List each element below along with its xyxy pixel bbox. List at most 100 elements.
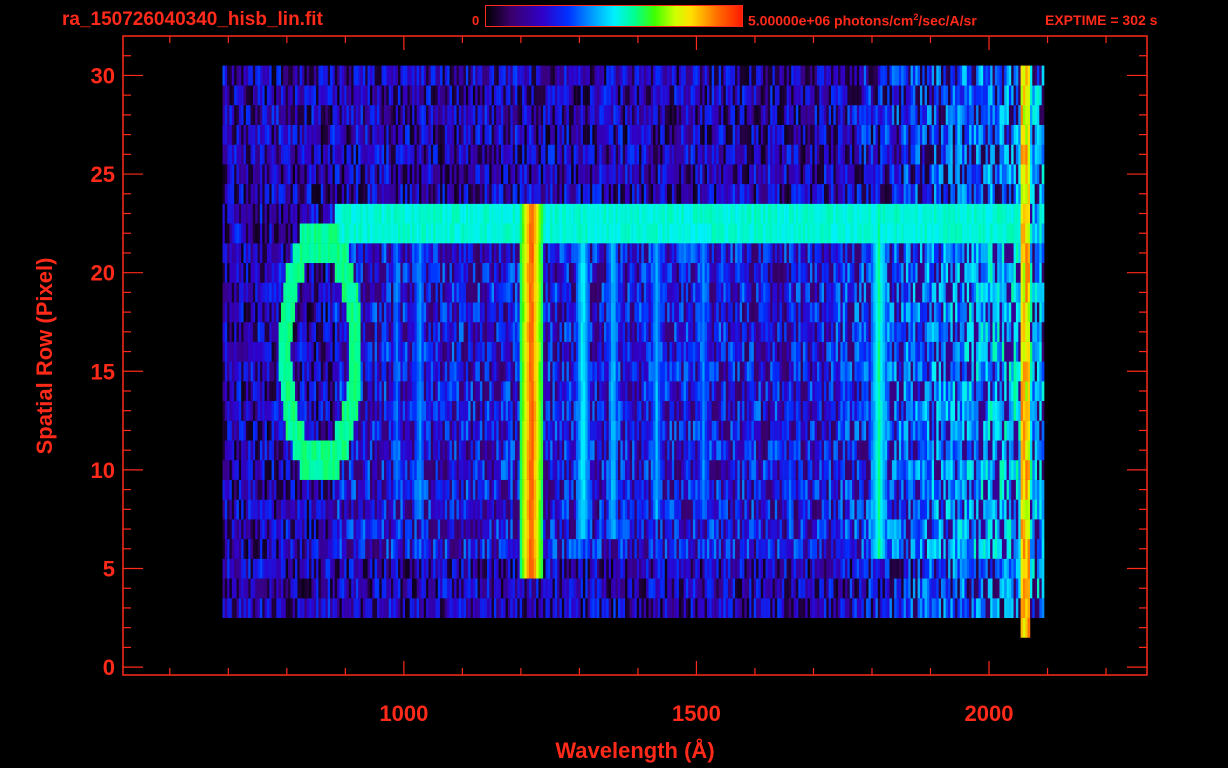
heatmap-cell bbox=[262, 479, 265, 500]
heatmap-cell bbox=[952, 361, 956, 382]
heatmap-cell bbox=[875, 578, 879, 599]
heatmap-cell bbox=[723, 578, 727, 599]
heatmap-cell bbox=[255, 420, 258, 441]
heatmap-cell bbox=[402, 578, 406, 599]
heatmap-cell bbox=[313, 479, 317, 500]
heatmap-cell bbox=[398, 499, 401, 520]
heatmap-cell bbox=[725, 341, 729, 362]
heatmap-cell bbox=[711, 598, 715, 619]
heatmap-cell bbox=[311, 519, 315, 540]
heatmap-cell bbox=[330, 519, 333, 540]
heatmap-cell bbox=[374, 598, 378, 619]
heatmap-cell bbox=[250, 420, 254, 441]
heatmap-cell bbox=[454, 479, 457, 500]
heatmap-cell bbox=[882, 479, 886, 500]
heatmap-cell bbox=[313, 400, 317, 421]
heatmap-cell bbox=[330, 499, 333, 520]
heatmap-cell bbox=[957, 361, 961, 382]
heatmap-cell bbox=[545, 499, 549, 520]
heatmap-cell bbox=[405, 519, 408, 540]
heatmap-cell bbox=[494, 440, 497, 461]
heatmap-cell bbox=[634, 578, 638, 599]
heatmap-cell bbox=[721, 578, 724, 599]
heatmap-cell bbox=[798, 578, 801, 599]
heatmap-cell bbox=[763, 538, 766, 559]
heatmap-cell bbox=[784, 499, 787, 520]
heatmap-cell bbox=[302, 558, 305, 579]
heatmap-cell bbox=[922, 460, 925, 480]
heatmap-cell bbox=[957, 420, 961, 441]
heatmap-cell bbox=[515, 381, 518, 402]
heatmap-cell bbox=[1011, 538, 1014, 559]
heatmap-cell bbox=[800, 558, 804, 579]
heatmap-cell bbox=[730, 341, 734, 362]
heatmap-cell bbox=[353, 598, 357, 619]
heatmap-cell bbox=[805, 538, 808, 559]
heatmap-cell bbox=[533, 499, 537, 520]
heatmap-cell bbox=[910, 578, 914, 599]
heatmap-cell bbox=[393, 460, 396, 480]
heatmap-cell bbox=[1025, 460, 1028, 480]
heatmap-cell bbox=[807, 538, 811, 559]
heatmap-cell bbox=[587, 479, 591, 500]
heatmap-cell bbox=[931, 460, 935, 480]
heatmap-cell bbox=[723, 420, 727, 441]
heatmap-cell bbox=[437, 538, 441, 559]
heatmap-cell bbox=[554, 420, 558, 441]
heatmap-cell bbox=[465, 519, 469, 540]
heatmap-cell bbox=[573, 341, 577, 362]
heatmap-cell bbox=[1004, 499, 1007, 520]
heatmap-cell bbox=[959, 420, 963, 441]
heatmap-cell bbox=[912, 598, 916, 619]
heatmap-cell bbox=[585, 381, 588, 402]
heatmap-cell bbox=[704, 440, 708, 461]
heatmap-cell bbox=[985, 499, 989, 520]
heatmap-cell bbox=[547, 440, 551, 461]
heatmap-cell bbox=[709, 361, 712, 382]
heatmap-cell bbox=[597, 479, 600, 500]
heatmap-cell bbox=[758, 578, 762, 599]
heatmap-cell bbox=[1037, 519, 1040, 540]
heatmap-cell bbox=[557, 361, 560, 382]
heatmap-cell bbox=[243, 440, 247, 461]
heatmap-cell bbox=[749, 440, 752, 461]
heatmap-cell bbox=[536, 440, 539, 461]
heatmap-cell bbox=[295, 499, 298, 520]
heatmap-cell bbox=[653, 440, 656, 461]
heatmap-cell bbox=[795, 519, 799, 540]
heatmap-cell bbox=[688, 440, 691, 461]
heatmap-cell bbox=[449, 538, 453, 559]
heatmap-cell bbox=[795, 361, 799, 382]
heatmap-cell bbox=[739, 558, 743, 579]
heatmap-cell bbox=[1015, 460, 1019, 480]
heatmap-cell bbox=[973, 479, 977, 500]
heatmap-cell bbox=[810, 578, 813, 599]
heatmap-cell bbox=[510, 361, 514, 382]
heatmap-cell bbox=[299, 440, 303, 461]
heatmap-cell bbox=[847, 479, 851, 500]
heatmap-cell bbox=[772, 460, 776, 480]
heatmap-cell bbox=[327, 341, 331, 362]
heatmap-cell bbox=[653, 420, 656, 441]
heatmap-cell bbox=[1027, 460, 1031, 480]
heatmap-cell bbox=[781, 538, 785, 559]
heatmap-cell bbox=[1011, 558, 1014, 579]
heatmap-cell bbox=[840, 519, 844, 540]
heatmap-cell bbox=[587, 578, 591, 599]
heatmap-cell bbox=[290, 341, 294, 362]
heatmap-cell bbox=[838, 460, 841, 480]
heatmap-cell bbox=[416, 420, 420, 441]
heatmap-cell bbox=[917, 598, 921, 619]
heatmap-cell bbox=[531, 440, 535, 461]
heatmap-cell bbox=[774, 538, 778, 559]
heatmap-cell bbox=[660, 538, 663, 559]
heatmap-cell bbox=[718, 400, 722, 421]
heatmap-cell bbox=[849, 381, 853, 402]
heatmap-cell bbox=[648, 558, 652, 579]
heatmap-cell bbox=[868, 440, 872, 461]
heatmap-cell bbox=[718, 341, 722, 362]
heatmap-cell bbox=[868, 460, 872, 480]
heatmap-cell bbox=[580, 361, 584, 382]
heatmap-cell bbox=[866, 420, 869, 441]
heatmap-cell bbox=[515, 578, 518, 599]
